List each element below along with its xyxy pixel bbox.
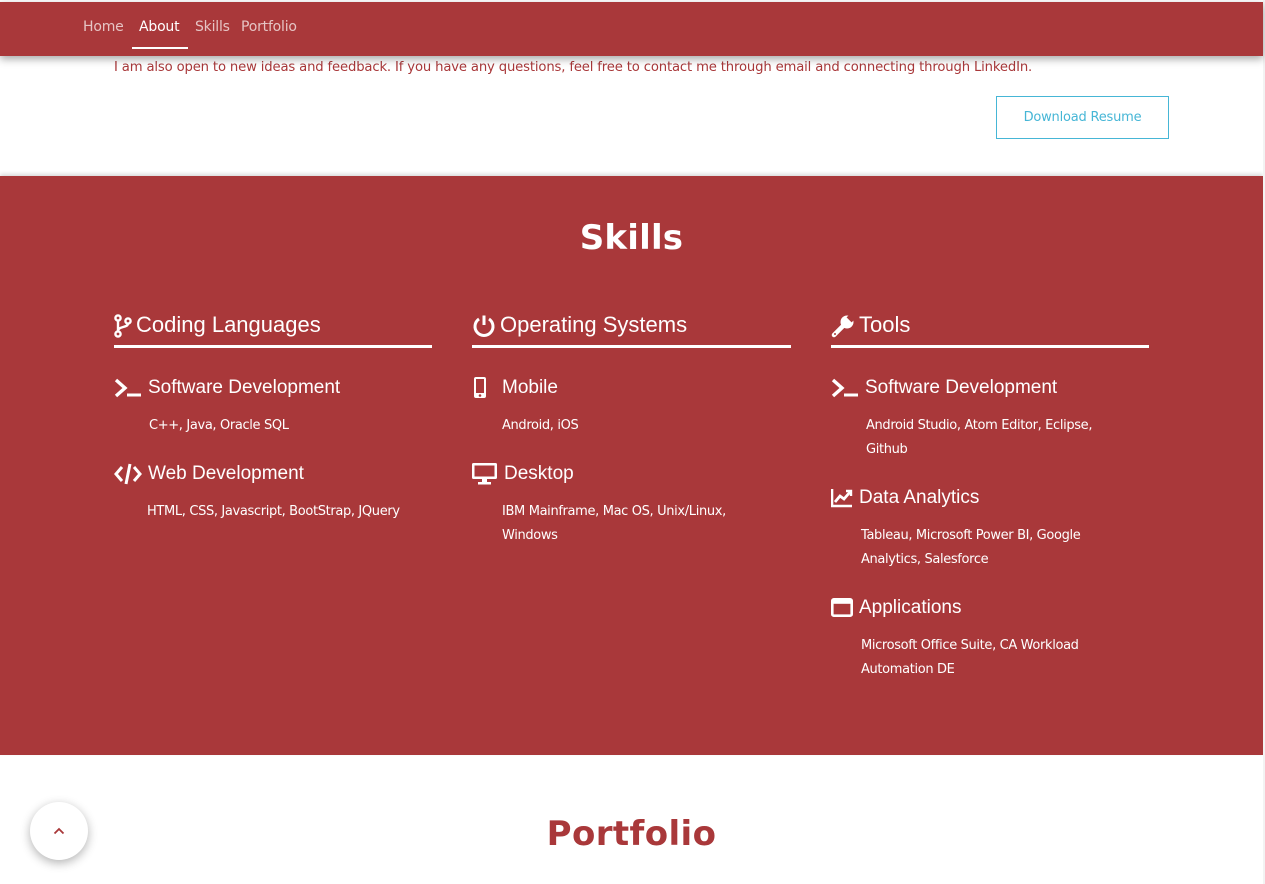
scroll-top-button[interactable] bbox=[30, 802, 88, 860]
skill-group-title: Mobile bbox=[472, 377, 558, 399]
skill-group-label: Software Development bbox=[865, 377, 1058, 398]
skill-group-label: Applications bbox=[859, 597, 962, 618]
nav-home-link[interactable]: Home bbox=[83, 19, 124, 35]
skill-group-label: Mobile bbox=[502, 377, 558, 398]
chart-line-icon bbox=[831, 489, 853, 508]
portfolio-title: Portfolio bbox=[546, 814, 717, 854]
column-heading-label: Operating Systems bbox=[500, 312, 688, 337]
download-resume-button[interactable]: Download Resume bbox=[996, 96, 1169, 139]
column-heading: Tools bbox=[831, 312, 1149, 348]
nav-about-link[interactable]: About bbox=[139, 19, 180, 35]
skill-group-text: IBM Mainframe, Mac OS, Unix/Linux, Windo… bbox=[502, 504, 726, 543]
skill-group-title: Data Analytics bbox=[831, 487, 979, 509]
skill-group-text: C++, Java, Oracle SQL bbox=[149, 418, 289, 433]
skills-section: Skills Coding Languages Software Develop… bbox=[0, 176, 1263, 755]
terminal-icon bbox=[114, 378, 141, 398]
skill-group-title: Desktop bbox=[472, 463, 574, 485]
skill-group-label: Software Development bbox=[148, 377, 341, 398]
terminal-icon bbox=[831, 378, 858, 398]
skill-group-text: Microsoft Office Suite, CA Workload Auto… bbox=[861, 638, 1079, 677]
code-icon bbox=[114, 463, 142, 485]
skill-group-label: Web Development bbox=[148, 463, 304, 484]
about-text: I am also open to new ideas and feedback… bbox=[114, 60, 1033, 75]
power-icon bbox=[473, 315, 495, 337]
chevron-up-icon bbox=[53, 827, 65, 835]
skills-title: Skills bbox=[579, 218, 684, 258]
skill-group-title: Applications bbox=[831, 597, 961, 619]
column-heading-label: Coding Languages bbox=[136, 312, 321, 337]
column-heading: Coding Languages bbox=[114, 312, 432, 348]
skill-group-text: Android, iOS bbox=[502, 418, 579, 433]
desktop-icon bbox=[472, 463, 497, 485]
nav-portfolio-link[interactable]: Portfolio bbox=[241, 19, 297, 35]
skill-group-label: Data Analytics bbox=[859, 487, 980, 508]
column-heading-label: Tools bbox=[859, 312, 911, 337]
code-branch-icon bbox=[114, 314, 132, 338]
window-icon bbox=[831, 598, 853, 617]
nav-active-underline bbox=[132, 47, 188, 49]
skill-group-title: Software Development bbox=[114, 377, 340, 399]
skill-group-text: HTML, CSS, Javascript, BootStrap, JQuery bbox=[147, 504, 400, 519]
column-heading: Operating Systems bbox=[472, 312, 791, 348]
skill-group-label: Desktop bbox=[504, 463, 574, 484]
mobile-icon bbox=[474, 377, 486, 398]
navbar: Home About Skills Portfolio bbox=[0, 2, 1263, 56]
skill-group-title: Web Development bbox=[114, 463, 304, 485]
skill-group-text: Android Studio, Atom Editor, Eclipse, Gi… bbox=[866, 418, 1093, 457]
wrench-icon bbox=[831, 314, 855, 338]
nav-skills-link[interactable]: Skills bbox=[195, 19, 230, 35]
skill-group-text: Tableau, Microsoft Power BI, Google Anal… bbox=[861, 528, 1081, 567]
skill-group-title: Software Development bbox=[831, 377, 1057, 399]
